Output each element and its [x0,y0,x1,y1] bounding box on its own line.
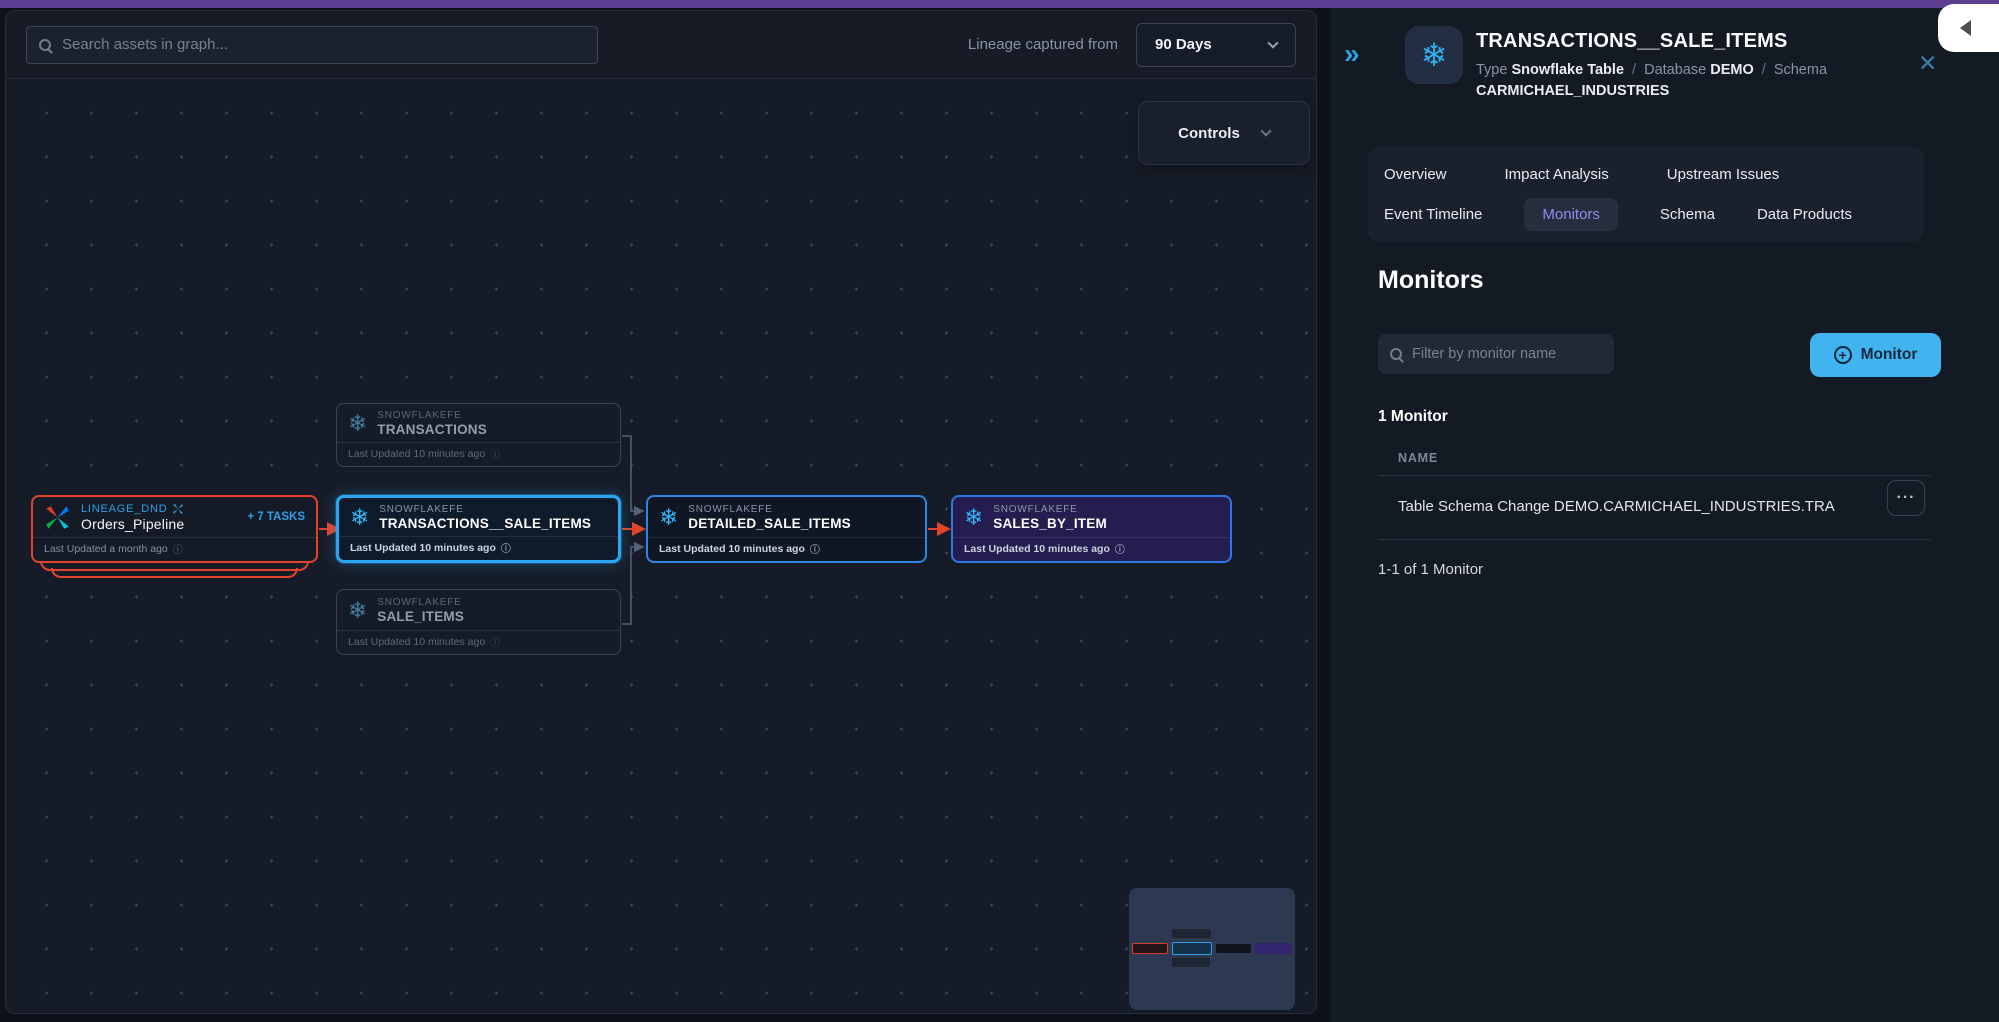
monitor-row-menu-button[interactable]: ··· [1887,480,1925,516]
node-sales-by-item[interactable]: ❄ SNOWFLAKEFE SALES_BY_ITEM Last Updated… [951,495,1232,563]
node-last-updated: Last Updated 10 minutes ago [348,636,485,648]
node-last-updated: Last Updated a month ago [44,543,168,555]
graph-minimap[interactable] [1129,888,1295,1010]
airflow-mini-icon [172,503,184,515]
node-transactions[interactable]: ❄ SNOWFLAKEFE TRANSACTIONS Last Updated … [336,403,621,467]
controls-dropdown[interactable]: Controls [1138,101,1310,165]
lineage-graph-container: Lineage captured from 90 Days Controls L… [5,10,1317,1014]
breadcrumb-separator: / [1628,62,1640,78]
tasks-badge: + 7 TASKS [239,511,305,523]
info-icon: ⓘ [173,541,183,556]
breadcrumb-database-value: DEMO [1710,62,1754,78]
tab-overview[interactable]: Overview [1384,158,1447,191]
minimap-node [1172,942,1212,955]
node-last-updated: Last Updated 10 minutes ago [350,542,496,554]
node-connector-label: LINEAGE_DND [81,503,167,515]
asset-title: TRANSACTIONS__SALE_ITEMS [1476,30,1788,53]
monitor-filter-input[interactable] [1412,346,1602,362]
monitor-count: 1 Monitor [1378,408,1448,426]
info-icon: ⓘ [810,541,820,556]
search-icon [1390,348,1402,360]
minimap-node [1172,929,1211,938]
controls-label: Controls [1178,125,1240,142]
node-connector-label: SNOWFLAKEFE [377,597,464,608]
monitor-row-name[interactable]: Table Schema Change DEMO.CARMICHAEL_INDU… [1398,498,1886,515]
snowflake-icon: ❄ [348,599,367,622]
node-transactions-sale-items[interactable]: ❄ SNOWFLAKEFE TRANSACTIONS__SALE_ITEMS L… [336,495,621,563]
asset-details-panel: » ❄ TRANSACTIONS__SALE_ITEMS Type Snowfl… [1330,8,1999,1022]
tab-monitors[interactable]: Monitors [1524,198,1618,231]
top-accent-bar [0,0,1999,8]
add-monitor-button[interactable]: + Monitor [1810,333,1941,377]
monitor-filter-box[interactable] [1378,334,1614,374]
add-monitor-label: Monitor [1861,346,1918,364]
asset-icon-tile: ❄ [1405,26,1463,84]
info-icon: ⓘ [490,634,500,649]
node-connector-label: SNOWFLAKEFE [379,504,591,515]
node-title: DETAILED_SALE_ITEMS [688,516,851,531]
minimap-node [1215,943,1252,954]
info-icon: ⓘ [490,446,500,461]
tab-impact-analysis[interactable]: Impact Analysis [1505,158,1609,191]
minimap-node [1255,943,1292,954]
node-last-updated: Last Updated 10 minutes ago [964,543,1110,555]
breadcrumb: Type Snowflake Table / Database DEMO / S… [1476,60,1921,102]
table-divider [1378,539,1930,540]
pagination-text: 1-1 of 1 Monitor [1378,561,1483,578]
minimap-node [1172,958,1210,967]
time-range-select[interactable]: 90 Days [1136,23,1296,67]
breadcrumb-type-value: Snowflake Table [1511,62,1624,78]
panel-tabs: Overview Impact Analysis Upstream Issues… [1368,146,1924,242]
breadcrumb-schema-value: CARMICHAEL_INDUSTRIES [1476,83,1669,99]
snowflake-icon: ❄ [348,412,367,435]
breadcrumb-schema-label: Schema [1774,62,1827,78]
node-connector-label: SNOWFLAKEFE [993,504,1107,515]
breadcrumb-separator: / [1758,62,1770,78]
airflow-icon [44,504,71,531]
snowflake-icon: ❄ [659,506,678,529]
node-last-updated: Last Updated 10 minutes ago [659,543,805,555]
plus-circle-icon: + [1834,346,1852,364]
time-range-value: 90 Days [1155,36,1212,53]
search-icon [39,39,51,51]
node-last-updated: Last Updated 10 minutes ago [348,448,485,460]
tab-event-timeline[interactable]: Event Timeline [1384,198,1482,231]
node-title: TRANSACTIONS__SALE_ITEMS [379,516,591,531]
breadcrumb-database-label: Database [1644,62,1706,78]
column-header-name: NAME [1398,451,1438,465]
chevron-down-icon [1267,37,1278,48]
tab-data-products[interactable]: Data Products [1757,198,1852,231]
expand-panel-icon[interactable]: » [1344,38,1360,70]
search-input[interactable] [62,36,585,53]
lineage-captured-label: Lineage captured from [968,36,1118,53]
arrow-left-icon [1960,20,1971,36]
tab-schema[interactable]: Schema [1660,198,1715,231]
node-title: Orders_Pipeline [81,516,184,532]
node-orders-pipeline[interactable]: LINEAGE_DND Orders_Pipeline + 7 TASKS La… [31,495,318,563]
collapse-sidebar-handle[interactable] [1938,4,1999,52]
monitors-heading: Monitors [1378,266,1484,295]
minimap-node [1132,943,1168,954]
node-title: TRANSACTIONS [377,422,487,437]
snowflake-icon: ❄ [964,506,983,529]
graph-search-box[interactable] [26,26,598,64]
info-icon: ⓘ [1115,541,1125,556]
graph-toolbar: Lineage captured from 90 Days [6,11,1316,79]
breadcrumb-type-label: Type [1476,62,1507,78]
table-divider [1378,475,1930,476]
snowflake-icon: ❄ [1421,39,1448,71]
snowflake-icon: ❄ [350,506,369,529]
chevron-down-icon [1260,125,1271,136]
node-connector-label: SNOWFLAKEFE [377,410,487,421]
node-detailed-sale-items[interactable]: ❄ SNOWFLAKEFE DETAILED_SALE_ITEMS Last U… [646,495,927,563]
tab-upstream-issues[interactable]: Upstream Issues [1667,158,1780,191]
node-connector-label: SNOWFLAKEFE [688,504,851,515]
node-title: SALE_ITEMS [377,609,464,624]
info-icon: ⓘ [501,540,511,555]
close-panel-icon[interactable]: ✕ [1918,50,1937,77]
node-sale-items[interactable]: ❄ SNOWFLAKEFE SALE_ITEMS Last Updated 10… [336,589,621,655]
node-title: SALES_BY_ITEM [993,516,1107,531]
